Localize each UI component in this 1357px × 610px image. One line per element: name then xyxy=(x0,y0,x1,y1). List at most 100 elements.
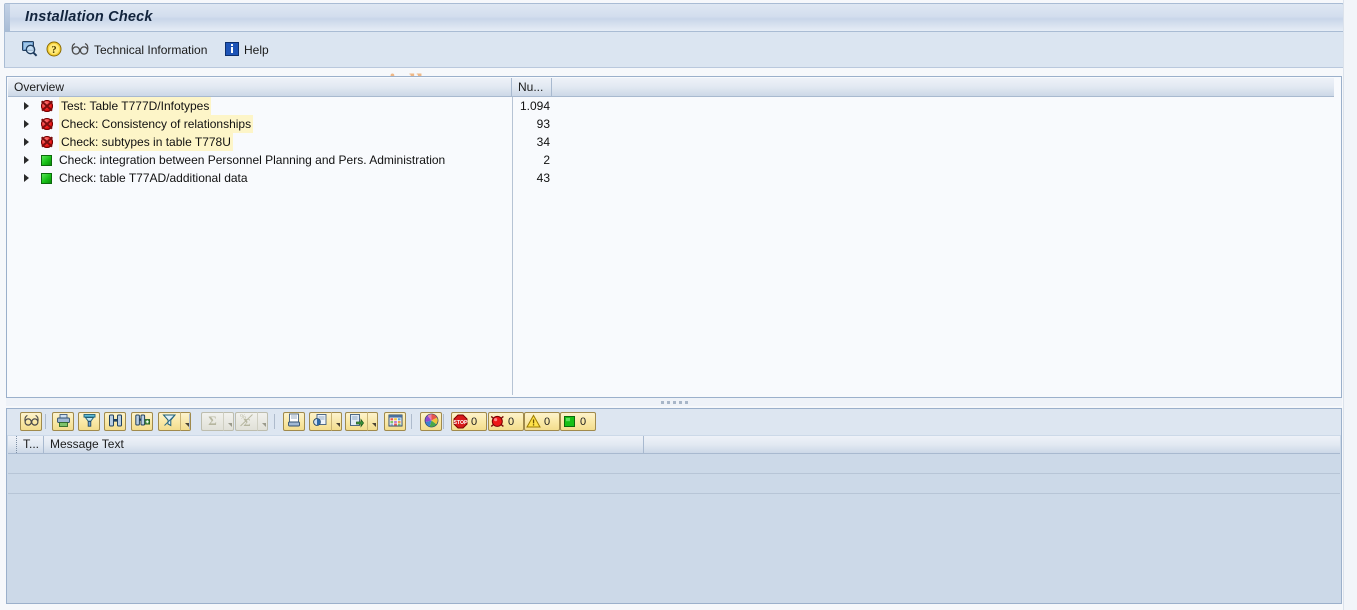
layout-grid-button[interactable] xyxy=(384,412,406,431)
svg-text:%: % xyxy=(240,413,246,421)
application-window: Installation Check ? Technical Informati… xyxy=(0,0,1357,610)
find-next-button[interactable] xyxy=(131,412,153,431)
red-ball-icon xyxy=(490,414,505,429)
display-details-button[interactable] xyxy=(20,412,42,431)
technical-information-label: Technical Information xyxy=(94,43,208,57)
filter-icon xyxy=(162,413,177,431)
total-button: Σ xyxy=(201,412,223,431)
tree-row-label: Check: table T77AD/additional data xyxy=(59,171,248,185)
magnifier-execute-icon xyxy=(21,40,38,60)
filter-button[interactable] xyxy=(158,412,180,431)
panel-splitter[interactable] xyxy=(6,398,1342,406)
find-button[interactable] xyxy=(104,412,126,431)
warning-triangle-icon xyxy=(526,414,541,429)
tree-row-count: 43 xyxy=(536,171,550,185)
tree-row-count: 2 xyxy=(543,153,550,167)
error-message-counter-value: 0 xyxy=(508,415,515,428)
error-ball-icon xyxy=(41,118,54,131)
tree-row[interactable]: Check: table T77AD/additional data 43 xyxy=(8,169,1334,187)
toolbar-separator xyxy=(189,414,190,429)
tree-column-overview[interactable]: Overview xyxy=(8,78,512,96)
error-ball-glyph xyxy=(41,100,53,112)
message-list-rows xyxy=(8,454,1340,602)
sort-filter-button[interactable] xyxy=(78,412,100,431)
abort-message-counter[interactable]: STOP 0 xyxy=(451,412,487,431)
tree-row-label: Test: Table T777D/Infotypes xyxy=(59,97,212,115)
tree-row-label: Check: integration between Personnel Pla… xyxy=(59,153,446,167)
tree-row[interactable]: Test: Table T777D/Infotypes 1.094 xyxy=(8,97,1334,115)
error-message-counter[interactable]: 0 xyxy=(488,412,524,431)
ok-square-icon xyxy=(41,154,54,167)
svg-text:STOP: STOP xyxy=(453,420,468,426)
message-list-panel: Σ Σ% STOP 0 0 0 0 T... Message Text xyxy=(6,408,1342,604)
export-arrow-icon xyxy=(349,413,364,431)
glasses-icon xyxy=(71,42,89,59)
sigma-icon: Σ xyxy=(205,413,220,431)
error-ball-icon xyxy=(41,136,54,149)
technical-information-button[interactable]: Technical Information xyxy=(71,40,207,60)
chevron-down-icon xyxy=(262,422,266,427)
tree-column-number[interactable]: Nu... xyxy=(512,78,552,96)
message-row-divider xyxy=(8,493,1340,494)
export-button[interactable] xyxy=(345,412,367,431)
ok-square-glyph xyxy=(41,173,52,184)
tree-row[interactable]: Check: Consistency of relationships 93 xyxy=(8,115,1334,133)
stop-sign-icon: STOP xyxy=(453,414,468,429)
success-message-counter[interactable]: 0 xyxy=(560,412,596,431)
overview-tree-inner: Overview Nu... Test: Table T777D/Infotyp… xyxy=(8,78,1334,396)
tree-column-header-row: Overview Nu... xyxy=(8,78,1334,97)
print-button[interactable] xyxy=(52,412,74,431)
success-message-counter-value: 0 xyxy=(580,415,587,428)
title-bar-accent xyxy=(5,4,10,31)
message-column-type[interactable]: T... xyxy=(16,436,44,453)
splitter-grip[interactable] xyxy=(661,401,689,404)
colors-button[interactable] xyxy=(420,412,442,431)
color-wheel-icon xyxy=(424,413,439,431)
tree-row-label: Check: Consistency of relationships xyxy=(59,115,254,133)
print-preview-button[interactable] xyxy=(283,412,305,431)
grid-icon xyxy=(388,413,403,431)
toolbar-separator xyxy=(411,414,412,429)
expand-arrow-icon[interactable] xyxy=(24,102,29,110)
expand-arrow-icon[interactable] xyxy=(24,120,29,128)
window-title-bar: Installation Check xyxy=(4,3,1344,32)
total-dropdown-arrow xyxy=(223,412,234,431)
export-dropdown-arrow[interactable] xyxy=(367,412,378,431)
document-print-icon xyxy=(287,413,302,431)
toolbar-separator xyxy=(45,414,46,429)
tree-row-label: Check: subtypes in table T778U xyxy=(59,133,233,151)
chevron-down-icon xyxy=(372,422,376,427)
tree-column-filler xyxy=(552,78,1334,96)
expand-arrow-icon[interactable] xyxy=(24,156,29,164)
page-scrollbar[interactable] xyxy=(1343,0,1357,610)
message-column-text[interactable]: Message Text xyxy=(44,436,644,453)
help-button[interactable]: Help xyxy=(225,40,269,60)
views-button[interactable] xyxy=(309,412,331,431)
expand-arrow-icon[interactable] xyxy=(24,174,29,182)
views-dropdown-arrow[interactable] xyxy=(331,412,342,431)
help-label: Help xyxy=(244,43,269,57)
warning-message-counter[interactable]: 0 xyxy=(524,412,560,431)
page-title: Installation Check xyxy=(25,9,153,25)
abort-message-counter-value: 0 xyxy=(471,415,478,428)
help-question-button[interactable]: ? xyxy=(46,40,62,60)
sigma-strike-icon: Σ% xyxy=(239,413,254,431)
ok-square-icon xyxy=(41,172,54,185)
error-ball-glyph xyxy=(41,118,53,130)
error-ball-glyph xyxy=(41,136,53,148)
message-list-toolbar: Σ Σ% STOP 0 0 0 0 xyxy=(7,409,1341,435)
info-icon xyxy=(225,41,239,59)
tree-row-count: 34 xyxy=(536,135,550,149)
message-row-divider xyxy=(8,473,1340,474)
overview-tree-panel: Overview Nu... Test: Table T777D/Infotyp… xyxy=(6,76,1342,398)
tree-row[interactable]: Check: subtypes in table T778U 34 xyxy=(8,133,1334,151)
view-layout-icon xyxy=(313,413,328,431)
tree-row-count: 1.094 xyxy=(519,99,550,113)
tree-row[interactable]: Check: integration between Personnel Pla… xyxy=(8,151,1334,169)
execute-check-button[interactable] xyxy=(21,40,38,60)
funnel-sort-icon xyxy=(82,413,97,431)
chevron-down-icon xyxy=(336,422,340,427)
subtotal-button: Σ% xyxy=(235,412,257,431)
message-column-header-row: T... Message Text xyxy=(8,436,1340,454)
expand-arrow-icon[interactable] xyxy=(24,138,29,146)
